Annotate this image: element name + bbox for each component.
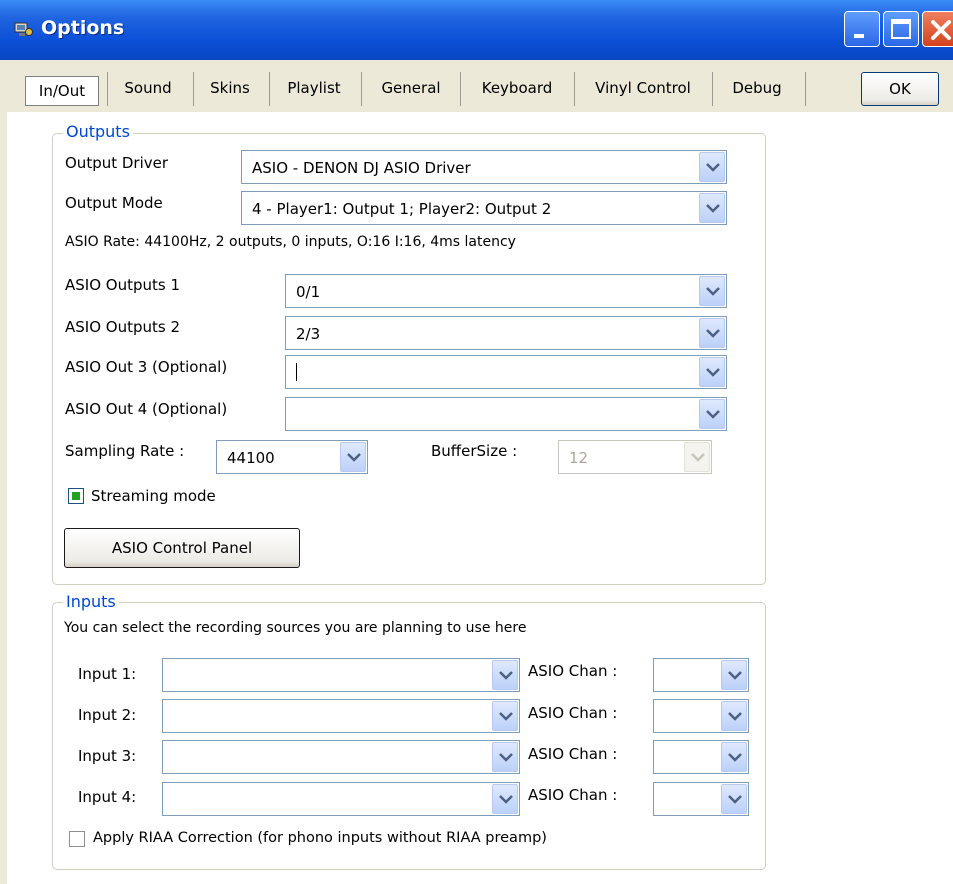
asio-control-panel-button[interactable]: ASIO Control Panel [64,528,300,568]
tab-vinyl-control[interactable]: Vinyl Control [580,74,706,102]
tab-separator [805,72,806,106]
input-1-label: Input 1: [78,665,137,683]
sampling-rate-select[interactable]: 44100 [216,440,368,474]
sampling-rate-value: 44100 [227,449,275,467]
window-title: Options [41,17,125,39]
asio-out-3-label: ASIO Out 3 (Optional) [65,358,228,376]
input-3-chan-label: ASIO Chan : [528,745,618,763]
tab-skins[interactable]: Skins [200,74,260,102]
dropdown-arrow-icon[interactable] [492,660,518,690]
tab-separator [107,72,108,106]
input-2-chan-label: ASIO Chan : [528,704,618,722]
output-driver-select[interactable]: ASIO - DENON DJ ASIO Driver [241,150,727,184]
options-window: Options In/Out Sound Skins Playlist Gene… [0,0,953,884]
maximize-button[interactable] [883,11,919,47]
dropdown-arrow-icon[interactable] [699,152,725,182]
riaa-correction-checkbox[interactable] [69,831,85,847]
asio-outputs-1-select[interactable]: 0/1 [285,274,727,308]
dropdown-arrow-icon[interactable] [699,318,725,348]
tab-strip: In/Out Sound Skins Playlist General Keyb… [0,62,953,112]
input-4-chan-select[interactable] [653,782,749,816]
dropdown-arrow-icon[interactable] [721,701,747,731]
minimize-icon [854,34,864,38]
input-2-chan-select[interactable] [653,699,749,733]
dropdown-arrow-icon [684,442,710,472]
input-1-chan-label: ASIO Chan : [528,662,618,680]
dropdown-arrow-icon[interactable] [721,660,747,690]
buffer-size-value: 12 [569,449,589,467]
input-2-label: Input 2: [78,706,137,724]
dropdown-arrow-icon[interactable] [699,193,725,223]
buffer-size-label: BufferSize : [431,442,518,460]
tab-content-panel: Outputs Output Driver ASIO - DENON DJ AS… [7,112,953,884]
tab-playlist[interactable]: Playlist [276,74,352,102]
dropdown-arrow-icon[interactable] [340,442,366,472]
tab-separator [361,72,362,106]
buffer-size-select: 12 [558,440,712,474]
sampling-rate-label: Sampling Rate : [65,442,185,460]
dropdown-arrow-icon[interactable] [721,784,747,814]
app-icon [14,20,34,38]
asio-outputs-2-value: 2/3 [296,325,321,343]
tab-separator [193,72,194,106]
dropdown-arrow-icon[interactable] [492,784,518,814]
asio-out-3-select[interactable] [285,355,727,389]
asio-out-4-select[interactable] [285,397,727,431]
output-driver-value: ASIO - DENON DJ ASIO Driver [252,159,471,177]
dropdown-arrow-icon[interactable] [492,701,518,731]
title-bar[interactable]: Options [0,0,953,60]
input-3-select[interactable] [162,740,520,774]
input-3-chan-select[interactable] [653,740,749,774]
dropdown-arrow-icon[interactable] [699,276,725,306]
asio-outputs-2-select[interactable]: 2/3 [285,316,727,350]
asio-outputs-1-label: ASIO Outputs 1 [65,276,181,294]
asio-outputs-2-label: ASIO Outputs 2 [65,318,181,336]
input-4-select[interactable] [162,782,520,816]
tab-separator [712,72,713,106]
input-4-label: Input 4: [78,788,137,806]
output-driver-label: Output Driver [65,154,169,172]
input-2-select[interactable] [162,699,520,733]
tab-general[interactable]: General [368,74,454,102]
minimize-button[interactable] [844,11,880,47]
maximize-icon [891,19,911,39]
text-cursor [296,363,297,381]
output-mode-value: 4 - Player1: Output 1; Player2: Output 2 [252,200,552,218]
tab-in-out[interactable]: In/Out [25,76,99,106]
tab-debug[interactable]: Debug [719,74,795,102]
inputs-group-title: Inputs [63,592,119,611]
input-4-chan-label: ASIO Chan : [528,786,618,804]
ok-button[interactable]: OK [861,72,939,106]
asio-rate-info: ASIO Rate: 44100Hz, 2 outputs, 0 inputs,… [65,234,516,250]
asio-out-4-label: ASIO Out 4 (Optional) [65,400,228,418]
inputs-description: You can select the recording sources you… [64,620,527,636]
riaa-correction-label: Apply RIAA Correction (for phono inputs … [93,830,547,846]
close-button[interactable] [922,11,953,47]
outputs-group-title: Outputs [63,122,133,141]
streaming-mode-checkbox[interactable] [68,488,84,504]
asio-outputs-1-value: 0/1 [296,283,321,301]
tab-separator [574,72,575,106]
dropdown-arrow-icon[interactable] [699,357,725,387]
dropdown-arrow-icon[interactable] [721,742,747,772]
input-1-select[interactable] [162,658,520,692]
tab-keyboard[interactable]: Keyboard [467,74,567,102]
tab-separator [269,72,270,106]
tab-sound[interactable]: Sound [113,74,183,102]
input-1-chan-select[interactable] [653,658,749,692]
streaming-mode-label: Streaming mode [91,487,216,505]
dropdown-arrow-icon[interactable] [699,399,725,429]
output-mode-select[interactable]: 4 - Player1: Output 1; Player2: Output 2 [241,191,727,225]
close-icon [931,20,951,40]
output-mode-label: Output Mode [65,194,163,212]
input-3-label: Input 3: [78,747,137,765]
tab-separator [460,72,461,106]
dropdown-arrow-icon[interactable] [492,742,518,772]
